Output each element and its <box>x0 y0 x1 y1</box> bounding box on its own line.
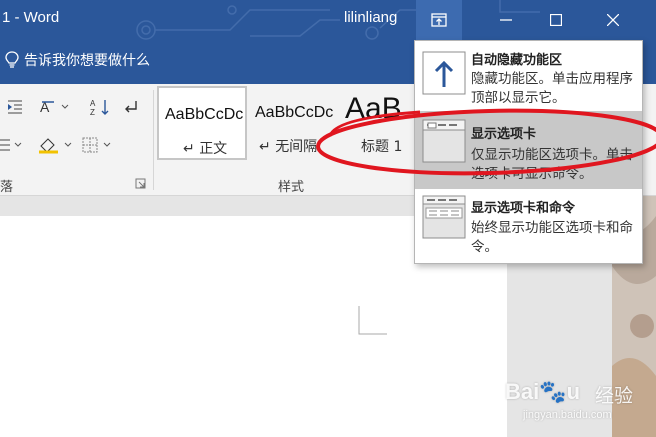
minimize-button[interactable] <box>483 0 529 40</box>
paragraph-dialog-launcher-icon[interactable] <box>135 178 146 189</box>
document-title: 1 - Word <box>2 9 60 26</box>
auto-hide-ribbon-icon <box>422 51 466 95</box>
style-no-spacing-sample: AaBbCcDc <box>255 104 333 121</box>
shading-icon[interactable] <box>38 134 78 156</box>
sort-icon[interactable]: AZ <box>90 96 112 118</box>
watermark-brand: Bai🐾u <box>505 379 581 404</box>
style-normal[interactable]: AaBbCcDc ↵ 正文 <box>157 86 247 160</box>
styles-gallery: AaBbCcDc ↵ 正文 AaBbCcDc ↵ 无间隔 AaB 标题 1 <box>157 86 417 160</box>
style-heading-1-name: 标题 1 <box>361 139 403 155</box>
increase-indent-icon[interactable] <box>6 96 24 118</box>
user-name[interactable]: lilinliang <box>344 9 397 26</box>
baidu-watermark: Bai🐾u 经验 jingyan.baidu.com <box>505 365 655 437</box>
watermark-brand-cn: 经验 <box>595 385 634 407</box>
style-no-spacing[interactable]: AaBbCcDc ↵ 无间隔 <box>249 86 333 160</box>
show-tabs-icon <box>422 119 466 163</box>
auto-hide-ribbon-title: 自动隐藏功能区 <box>471 53 563 68</box>
menu-item-auto-hide-ribbon[interactable]: 自动隐藏功能区 隐藏功能区。单击应用程序顶部以显示它。 <box>415 41 642 109</box>
maximize-icon <box>550 14 562 26</box>
style-normal-name: ↵ 正文 <box>183 141 228 157</box>
maximize-button[interactable] <box>533 0 579 40</box>
show-tabs-description: 仅显示功能区选项卡。单击选项卡可显示命令。 <box>471 147 633 182</box>
tell-me-text: 告诉我你想要做什么 <box>24 53 150 69</box>
ribbon-display-options-button[interactable] <box>416 0 462 40</box>
styles-group-label: 样式 <box>278 180 305 195</box>
line-spacing-icon[interactable] <box>0 134 24 156</box>
borders-icon[interactable] <box>82 134 116 156</box>
asian-layout-icon[interactable]: A <box>40 96 74 118</box>
paragraph-group-label: 落 <box>0 180 14 195</box>
style-heading-1-sample: AaB <box>345 92 402 125</box>
paragraph-mark-icon[interactable] <box>122 96 140 118</box>
svg-text:Z: Z <box>90 108 95 116</box>
style-normal-sample: AaBbCcDc <box>165 106 244 123</box>
text-boundary-corner <box>358 306 387 335</box>
group-separator <box>153 90 154 190</box>
show-tabs-and-commands-icon <box>422 195 466 239</box>
lightbulb-icon <box>5 51 19 68</box>
ribbon-display-options-menu: 自动隐藏功能区 隐藏功能区。单击应用程序顶部以显示它。 显示选项卡 仅显示功能区… <box>414 40 643 264</box>
watermark-url: jingyan.baidu.com <box>523 409 612 421</box>
style-heading-1[interactable]: AaB 标题 1 <box>345 86 417 160</box>
menu-item-show-tabs-and-commands[interactable]: 显示选项卡和命令 始终显示功能区选项卡和命令。 <box>415 191 642 263</box>
tell-me-search[interactable]: 告诉我你想要做什么 <box>4 50 150 70</box>
svg-text:A: A <box>90 99 96 108</box>
show-tabs-and-commands-title: 显示选项卡和命令 <box>471 201 576 216</box>
title-bar: 1 - Word lilinliang <box>0 0 656 40</box>
style-no-spacing-name: ↵ 无间隔 <box>259 139 318 155</box>
show-tabs-and-commands-description: 始终显示功能区选项卡和命令。 <box>471 220 633 255</box>
auto-hide-ribbon-description: 隐藏功能区。单击应用程序顶部以显示它。 <box>471 71 633 106</box>
ribbon-display-options-icon <box>431 13 447 27</box>
close-button[interactable] <box>590 0 636 40</box>
close-icon <box>607 14 619 26</box>
show-tabs-title: 显示选项卡 <box>471 127 537 142</box>
minimize-icon <box>500 19 512 21</box>
menu-item-show-tabs[interactable]: 显示选项卡 仅显示功能区选项卡。单击选项卡可显示命令。 <box>415 111 642 189</box>
